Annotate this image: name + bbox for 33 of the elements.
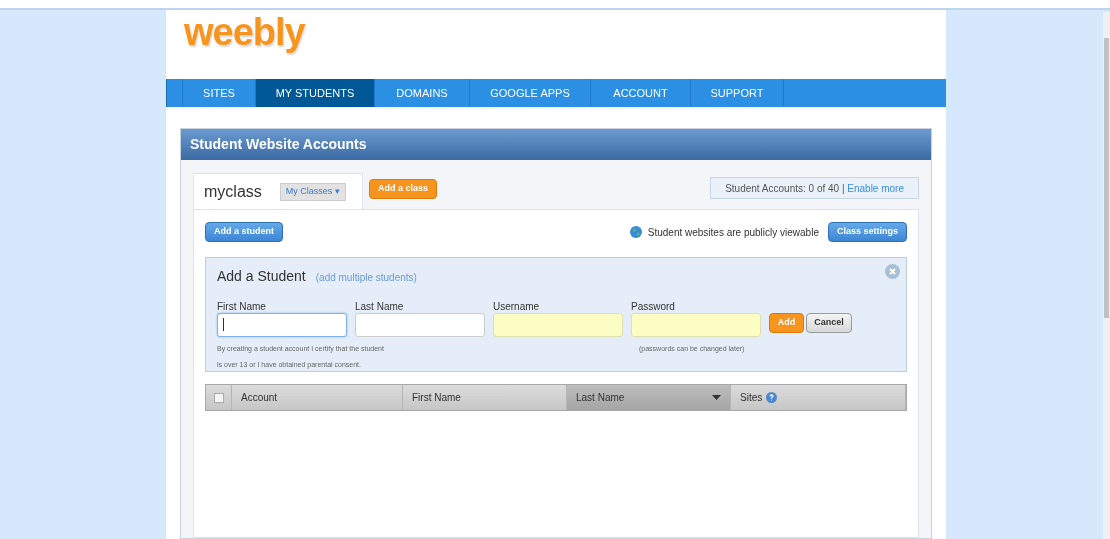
scrollbar-thumb[interactable] (1104, 38, 1109, 318)
globe-icon (629, 226, 642, 238)
field-label: Username (493, 301, 541, 313)
input-field[interactable] (355, 313, 485, 337)
nav-tab[interactable]: MY STUDENTS (255, 79, 374, 107)
sort-caret-icon (712, 395, 721, 400)
panel-title: Student Website Accounts (181, 129, 931, 160)
column-header[interactable]: Account (232, 385, 403, 410)
add-class-button[interactable]: Add a class (369, 179, 438, 199)
logo[interactable]: weebly (184, 10, 305, 54)
column-header[interactable]: Last Name (567, 385, 731, 410)
enable-more-link[interactable]: Enable more (847, 180, 904, 196)
add-button[interactable]: Add (769, 313, 804, 333)
input-field[interactable] (217, 313, 347, 337)
text-cursor (223, 318, 224, 331)
field-label: First Name (217, 301, 267, 313)
accounts-summary: Student Accounts: 0 of 40 | Enable more (710, 177, 919, 199)
help-icon[interactable] (766, 392, 778, 403)
classes-dropdown[interactable]: My Classes ▾ (279, 182, 346, 201)
checkbox[interactable] (213, 392, 224, 403)
class-tab[interactable]: myclass My Classes ▾ (193, 173, 363, 209)
form-title: Add a Student (217, 267, 306, 286)
add-student-button[interactable]: Add a student (205, 222, 283, 242)
close-icon[interactable] (885, 264, 900, 279)
column-header[interactable]: Sites (731, 385, 906, 410)
input-field[interactable] (631, 313, 761, 337)
field-label: Password (631, 301, 676, 313)
cancel-button[interactable]: Cancel (806, 313, 852, 333)
add-multiple-link[interactable]: (add multiple students) (315, 270, 417, 285)
field-label: Last Name (355, 301, 405, 313)
input-field[interactable] (493, 313, 623, 337)
class-settings-button[interactable]: Class settings (827, 222, 907, 242)
visibility-status: Student websites are publicly viewable (647, 225, 819, 240)
